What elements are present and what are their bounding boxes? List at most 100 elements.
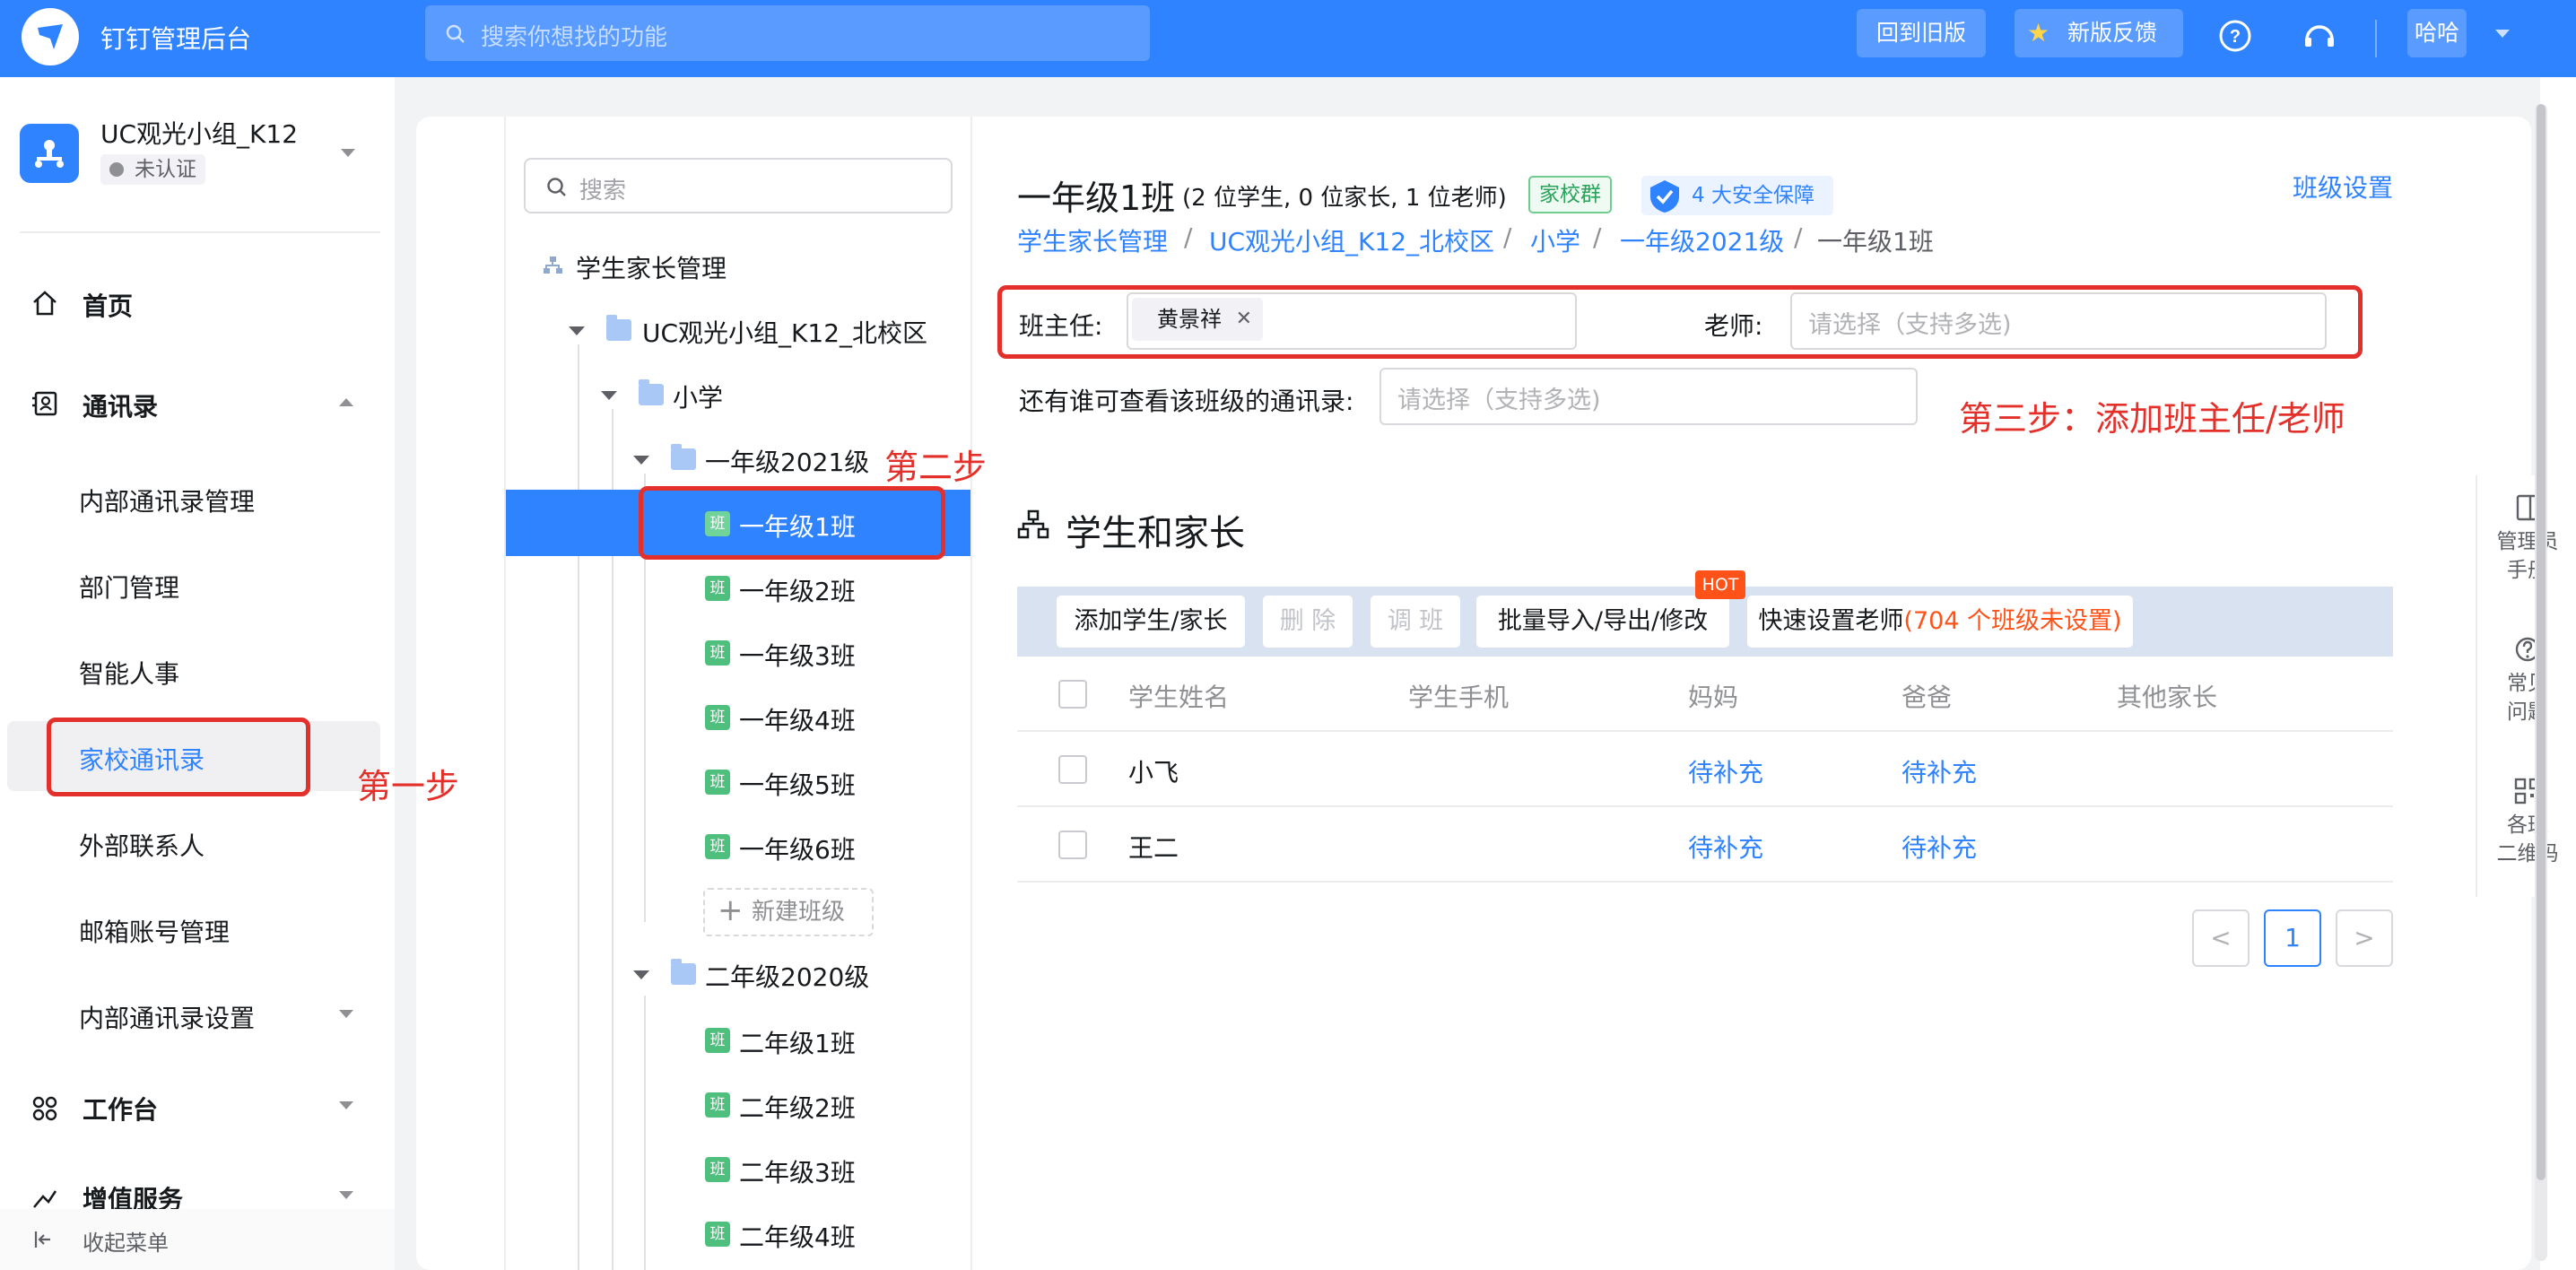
table-row[interactable]: 小飞 待补充 待补充 — [1017, 732, 2393, 807]
class-qrcode-link[interactable]: 各班 二维码 — [2477, 777, 2576, 868]
user-menu-chevron-icon[interactable] — [2495, 30, 2510, 38]
folder-icon — [639, 379, 664, 405]
nav-home[interactable]: 首页 — [83, 287, 133, 323]
breadcrumb-item[interactable]: UC观光小组_K12_北校区 — [1209, 222, 1494, 258]
delete-button[interactable]: 删 除 — [1263, 596, 1353, 648]
mom-link[interactable]: 待补充 — [1688, 753, 1763, 789]
table-header: 学生姓名 学生手机 妈妈 爸爸 其他家长 — [1017, 657, 2393, 732]
search-placeholder: 搜索你想找的功能 — [481, 24, 668, 51]
value-added-chevron-down-icon[interactable] — [339, 1191, 353, 1199]
tree-class-g2-2[interactable]: 二年级2班 — [739, 1089, 856, 1125]
breadcrumb-separator: / — [1184, 222, 1193, 252]
tree-node-grade1[interactable]: 一年级2021级 — [705, 443, 869, 479]
nav-email-accounts[interactable]: 邮箱账号管理 — [79, 913, 230, 949]
tree-search-input[interactable]: 搜索 — [524, 158, 953, 213]
breadcrumb-item[interactable]: 一年级2021级 — [1620, 222, 1784, 258]
tree-class-g2-1[interactable]: 二年级1班 — [739, 1024, 856, 1060]
nav-smart-hr[interactable]: 智能人事 — [79, 655, 179, 691]
tree-expand-icon[interactable] — [633, 970, 649, 979]
user-avatar[interactable]: 哈哈 — [2407, 9, 2467, 57]
divider — [20, 231, 380, 233]
contacts-icon — [32, 391, 57, 416]
nav-value-added[interactable]: 增值服务 — [83, 1180, 183, 1209]
nav-external-contacts[interactable]: 外部联系人 — [79, 827, 205, 863]
contacts-chevron-up-icon[interactable] — [339, 398, 353, 406]
old-version-button[interactable]: 回到旧版 — [1857, 9, 1986, 57]
viewers-select[interactable]: 请选择（支持多选) — [1379, 368, 1918, 425]
tree-class-5[interactable]: 一年级5班 — [739, 766, 856, 802]
prev-page-button[interactable]: < — [2192, 909, 2250, 967]
select-all-checkbox[interactable] — [1058, 680, 1087, 709]
admin-manual-link[interactable]: 管理员 手册 — [2477, 493, 2576, 585]
row-checkbox[interactable] — [1058, 831, 1087, 859]
add-student-button[interactable]: 添加学生/家长 — [1057, 596, 1245, 648]
breadcrumb-item[interactable]: 小学 — [1530, 222, 1580, 258]
certification-badge: 未认证 — [100, 154, 205, 185]
nav-contacts[interactable]: 通讯录 — [83, 387, 158, 423]
tree-guide-line — [644, 996, 646, 1270]
search-icon — [547, 178, 566, 196]
next-page-button[interactable]: > — [2336, 909, 2393, 967]
collapse-label: 收起菜单 — [83, 1231, 169, 1256]
top-bar: 钉钉管理后台 搜索你想找的功能 回到旧版 ★ 新版反馈 ? 哈哈 — [0, 0, 2576, 77]
org-switch-chevron-icon[interactable] — [341, 149, 355, 157]
tree-expand-icon[interactable] — [569, 326, 585, 335]
unset-classes-count: (704 个班级未设置) — [1903, 607, 2122, 635]
nav-contacts-settings[interactable]: 内部通讯录设置 — [79, 999, 255, 1035]
dad-link[interactable]: 待补充 — [1902, 753, 1977, 789]
page-1-button[interactable]: 1 — [2264, 909, 2321, 967]
nav-internal-contacts[interactable]: 内部通讯录管理 — [79, 483, 255, 518]
collapse-icon — [34, 1231, 50, 1248]
breadcrumb-item[interactable]: 学生家长管理 — [1017, 222, 1168, 258]
class-icon: 班 — [705, 1092, 730, 1118]
nav-department[interactable]: 部门管理 — [79, 569, 179, 605]
tree-expand-icon[interactable] — [633, 456, 649, 465]
global-search-input[interactable]: 搜索你想找的功能 — [425, 5, 1150, 61]
mom-link[interactable]: 待补充 — [1688, 829, 1763, 865]
value-added-icon — [33, 1190, 57, 1208]
feedback-button[interactable]: ★ 新版反馈 — [2015, 9, 2183, 57]
headset-icon[interactable] — [2302, 18, 2337, 54]
tree-expand-icon[interactable] — [601, 391, 617, 400]
column-header: 妈妈 — [1688, 683, 1739, 712]
settings-chevron-down-icon[interactable] — [339, 1010, 353, 1018]
table-row[interactable]: 王二 待补充 待补充 — [1017, 807, 2393, 883]
nav-workbench[interactable]: 工作台 — [83, 1091, 158, 1126]
page-scrollbar[interactable] — [2535, 104, 2547, 1261]
workbench-chevron-down-icon[interactable] — [339, 1101, 353, 1109]
row-checkbox[interactable] — [1058, 755, 1087, 784]
tree-node-campus[interactable]: UC观光小组_K12_北校区 — [642, 314, 927, 350]
dad-link[interactable]: 待补充 — [1902, 829, 1977, 865]
tree-class-2[interactable]: 一年级2班 — [739, 572, 856, 608]
class-settings-link[interactable]: 班级设置 — [2293, 169, 2393, 204]
faq-link[interactable]: 常见 问题 — [2477, 635, 2576, 726]
class-title: 一年级1班 — [1017, 178, 1176, 218]
transfer-class-button[interactable]: 调 班 — [1371, 596, 1460, 648]
tree-node-school[interactable]: 小学 — [673, 378, 723, 414]
safety-tag-label: 4 大安全保障 — [1692, 184, 1815, 207]
org-name[interactable]: UC观光小组_K12 — [100, 115, 298, 151]
class-icon: 班 — [705, 640, 730, 665]
new-class-button[interactable]: 新建班级 — [703, 888, 874, 936]
breadcrumb-separator: / — [1503, 222, 1512, 252]
safety-tag[interactable]: 4 大安全保障 — [1641, 176, 1833, 215]
tree-class-6[interactable]: 一年级6班 — [739, 831, 856, 866]
scrollbar-thumb[interactable] — [2537, 104, 2546, 1180]
batch-import-button[interactable]: 批量导入/导出/修改 — [1476, 596, 1729, 648]
search-icon — [446, 24, 465, 43]
tree-class-g2-4[interactable]: 二年级4班 — [739, 1218, 856, 1254]
class-icon: 班 — [705, 770, 730, 795]
tree-node-grade2[interactable]: 二年级2020级 — [705, 958, 869, 994]
tree-class-g2-3[interactable]: 二年级3班 — [739, 1153, 856, 1189]
collapse-menu[interactable]: 收起菜单 — [0, 1209, 395, 1270]
tree-class-3[interactable]: 一年级3班 — [739, 637, 856, 673]
class-icon: 班 — [705, 1157, 730, 1182]
dingtalk-logo-icon[interactable] — [22, 8, 79, 65]
tree-class-4[interactable]: 一年级4班 — [739, 701, 856, 737]
folder-icon — [671, 959, 696, 985]
family-group-tag[interactable]: 家校群 — [1528, 176, 1612, 213]
help-icon[interactable]: ? — [2217, 18, 2253, 54]
tree-root[interactable]: 学生家长管理 — [576, 249, 727, 285]
quick-set-teacher-button[interactable]: 快速设置老师(704 个班级未设置) — [1747, 596, 2133, 648]
home-icon — [33, 291, 57, 316]
